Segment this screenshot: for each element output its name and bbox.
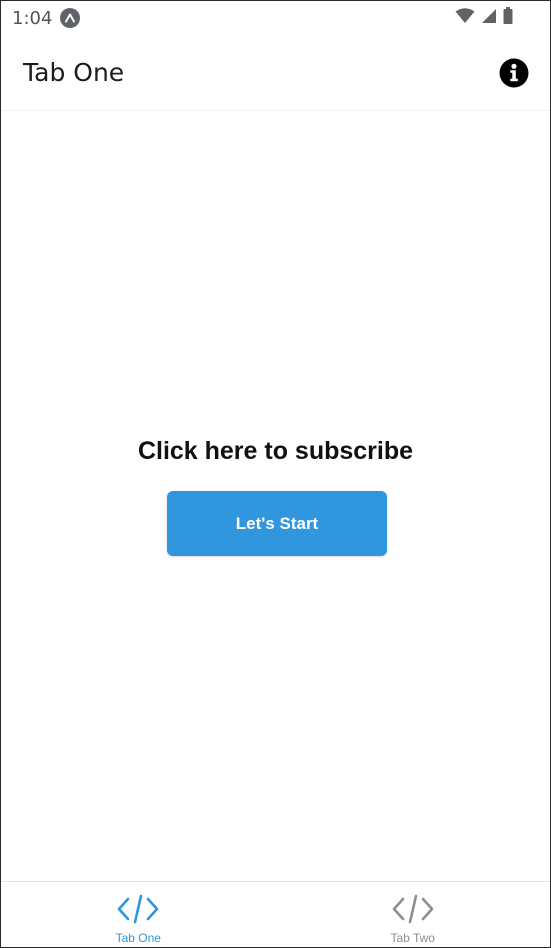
- main-content: Click here to subscribe Let's Start: [1, 111, 550, 881]
- bottom-tab-bar: Tab One Tab Two: [1, 881, 551, 947]
- wifi-icon: [455, 7, 475, 29]
- status-time: 1:04: [12, 7, 53, 29]
- code-icon: [117, 894, 159, 929]
- app-screen: 1:04 Tab One Click here to subscribe Let…: [0, 0, 551, 948]
- code-icon: [392, 894, 434, 929]
- tab-two[interactable]: Tab Two: [276, 882, 551, 947]
- status-bar: 1:04: [1, 1, 550, 35]
- lets-start-button[interactable]: Let's Start: [167, 491, 387, 556]
- page-title: Tab One: [23, 58, 125, 87]
- status-right: [455, 7, 539, 29]
- subscribe-heading: Click here to subscribe: [137, 437, 414, 465]
- tab-one-label: Tab One: [115, 931, 161, 945]
- info-icon[interactable]: [498, 57, 530, 89]
- app-header: Tab One: [1, 35, 550, 111]
- battery-icon: [503, 7, 513, 29]
- signal-icon: [481, 8, 497, 29]
- expo-notification-icon: [60, 8, 81, 28]
- status-left: 1:04: [12, 7, 81, 29]
- tab-two-label: Tab Two: [390, 931, 435, 945]
- tab-one[interactable]: Tab One: [1, 882, 276, 947]
